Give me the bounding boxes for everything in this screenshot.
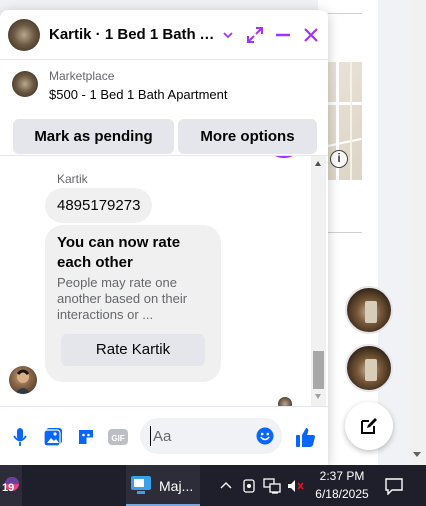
photo-icon[interactable] [41,425,65,449]
rate-user-button[interactable]: Rate Kartik [61,334,205,366]
taskbar-app-button[interactable]: Maj... [126,465,200,506]
page-scrollbar[interactable] [410,0,426,465]
more-options-button[interactable]: More options [178,119,317,154]
scroll-thumb[interactable] [313,351,324,389]
microphone-icon[interactable] [8,425,32,449]
avatar[interactable] [9,366,37,394]
weather-temperature: 19 [2,482,15,494]
divider [328,232,362,233]
expand-icon[interactable] [243,23,267,47]
device-icon[interactable] [240,477,258,495]
chat-header[interactable]: Kartik · 1 Bed 1 Bath A… [0,10,328,60]
taskbar: 19 Maj... 2:37 PM 6/18/2025 [0,465,426,506]
rating-card: You can now rate each other People may r… [45,225,221,382]
mark-as-pending-button[interactable]: Mark as pending [13,119,174,154]
divider [328,13,362,14]
chat-window: Kartik · 1 Bed 1 Bath A… Marketplace $50… [0,10,328,465]
chevron-up-icon[interactable] [217,477,235,495]
compose-icon [361,418,377,434]
taskbar-app-label: Maj... [159,478,194,494]
scroll-up-icon[interactable] [315,161,321,166]
volume-muted-icon[interactable] [287,477,305,495]
sender-name: Kartik [57,172,88,186]
marketplace-listing: Marketplace $500 - 1 Bed 1 Bath Apartmen… [0,60,328,156]
chat-head-avatar[interactable] [345,286,393,334]
scroll-down-icon[interactable] [315,394,321,399]
emoji-icon[interactable] [256,427,274,445]
listing-title[interactable]: $500 - 1 Bed 1 Bath Apartment [49,87,228,102]
network-icon[interactable] [263,477,281,495]
chevron-down-icon[interactable] [216,23,240,47]
chat-head-avatar[interactable] [345,344,393,392]
seen-indicator-avatar [278,397,292,406]
listing-thumbnail[interactable] [12,71,38,97]
clock-time[interactable]: 2:37 PM [318,469,366,483]
minimize-icon[interactable] [271,23,295,47]
message-input[interactable] [150,426,250,446]
chat-scrollbar[interactable] [311,156,326,406]
sticker-icon[interactable] [74,425,98,449]
app-icon [131,476,151,494]
thumbs-up-icon[interactable] [294,425,318,449]
message-bubble[interactable]: 4895179273 [45,188,153,223]
rating-heading: You can now rate each other [57,234,181,271]
message-input-box[interactable] [140,418,282,454]
new-message-button[interactable] [345,402,393,450]
weather-widget[interactable]: 19 [0,465,22,506]
chat-title[interactable]: Kartik · 1 Bed 1 Bath A… [49,26,215,43]
info-icon[interactable]: i [330,150,348,168]
rating-description: People may rate one another based on the… [57,275,188,322]
close-icon[interactable] [299,23,323,47]
listing-label: Marketplace [49,69,115,83]
sent-message-bubble [267,156,301,158]
message-composer: GIF [0,406,328,465]
clock-date[interactable]: 6/18/2025 [310,487,374,501]
gif-icon[interactable]: GIF [106,425,130,449]
svg-text:GIF: GIF [111,434,124,443]
page-scroll-down-icon[interactable] [413,452,421,457]
avatar[interactable] [8,19,40,51]
notification-icon[interactable] [384,477,404,495]
message-list: Kartik 4895179273 You can now rate each … [0,156,311,406]
